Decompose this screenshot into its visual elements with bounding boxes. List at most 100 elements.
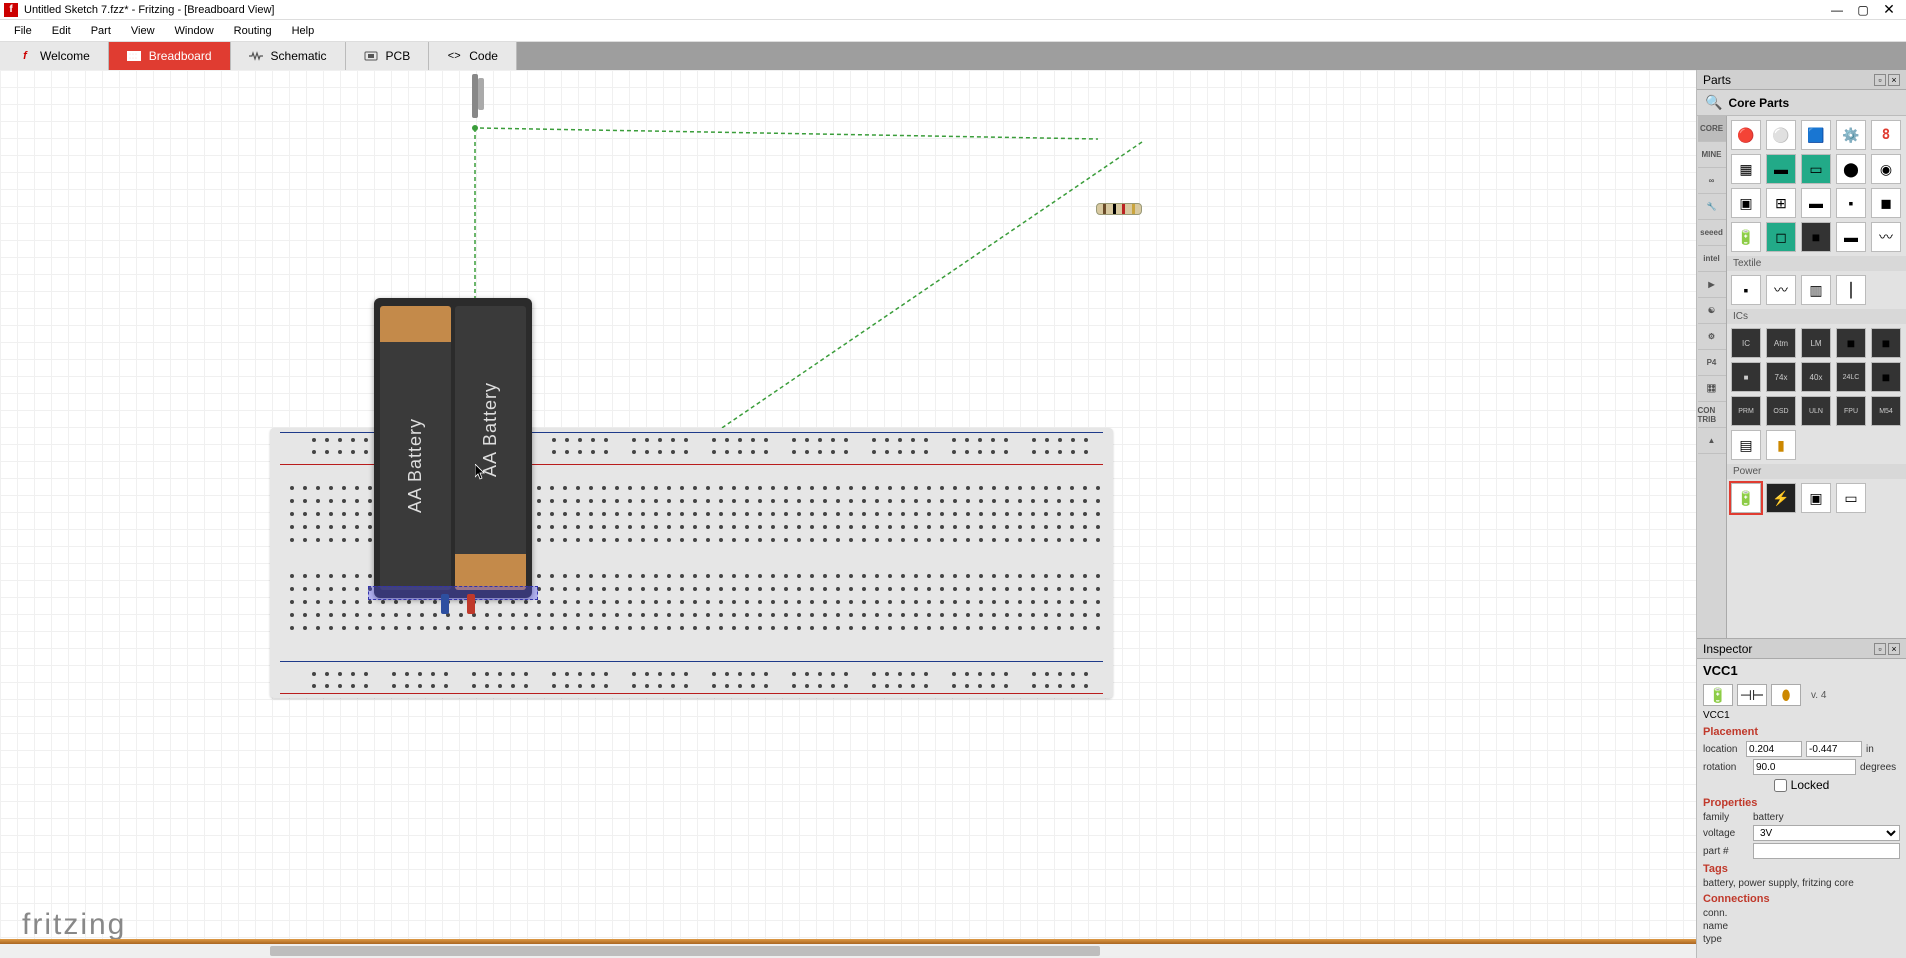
part-ic-6[interactable]: ■ (1731, 362, 1761, 392)
part-ic-13[interactable]: ULN (1801, 396, 1831, 426)
menu-help[interactable]: Help (282, 23, 325, 39)
menu-file[interactable]: File (4, 23, 42, 39)
battery-holder[interactable]: AA Battery AA Battery (374, 298, 532, 598)
part-textile-2[interactable]: 〰 (1766, 275, 1796, 305)
minimize-button[interactable]: — (1824, 1, 1850, 19)
part-7seg[interactable]: 8 (1871, 120, 1901, 150)
bin-core[interactable]: CORE (1698, 116, 1726, 142)
part-ic-2[interactable]: Atm (1766, 328, 1796, 358)
part-qfp[interactable]: ◼ (1871, 188, 1901, 218)
part-soic[interactable]: ▪ (1836, 188, 1866, 218)
tab-schematic[interactable]: Schematic (231, 42, 346, 70)
part-power-2[interactable]: ⚡ (1766, 483, 1796, 513)
part-ic-11[interactable]: PRM (1731, 396, 1761, 426)
voltage-select[interactable]: 3V (1753, 825, 1900, 841)
bin-mine[interactable]: MINE (1698, 142, 1726, 168)
parts-restore-button[interactable]: ▫ (1874, 74, 1886, 86)
maximize-button[interactable]: ▢ (1850, 1, 1876, 19)
bin-contrib[interactable]: CON TRIB (1698, 402, 1726, 428)
part-speaker[interactable]: ⬤ (1836, 154, 1866, 184)
part-header[interactable]: ▬ (1836, 222, 1866, 252)
canvas[interactable]: // draw breadboard holes (function(){ co… (0, 70, 1696, 958)
part-led[interactable]: 🔴 (1731, 120, 1761, 150)
tab-welcome[interactable]: f Welcome (0, 42, 109, 70)
part-ic-17[interactable]: ▮ (1766, 430, 1796, 460)
close-button[interactable]: ✕ (1876, 1, 1902, 19)
menu-part[interactable]: Part (81, 23, 121, 39)
section-textile: Textile (1727, 256, 1906, 271)
parts-close-button[interactable]: × (1888, 74, 1900, 86)
tab-code[interactable]: <> Code (429, 42, 517, 70)
part-stripboard[interactable]: ▬ (1766, 154, 1796, 184)
part-switch[interactable]: ⊞ (1766, 188, 1796, 218)
insp-thumb-breadboard[interactable]: 🔋 (1703, 684, 1733, 706)
inspector-restore-button[interactable]: ▫ (1874, 643, 1886, 655)
menu-routing[interactable]: Routing (224, 23, 282, 39)
part-ic-14[interactable]: FPU (1836, 396, 1866, 426)
part-perfboard[interactable]: ▦ (1731, 154, 1761, 184)
section-placement: Placement (1697, 723, 1906, 740)
part-power-4[interactable]: ▭ (1836, 483, 1866, 513)
insp-thumb-pcb[interactable]: ⬮ (1771, 684, 1801, 706)
bin-tools[interactable]: 🔧 (1698, 194, 1726, 220)
resistor-band-4 (1132, 204, 1135, 214)
menu-edit[interactable]: Edit (42, 23, 81, 39)
part-textile-4[interactable]: ⎮ (1836, 275, 1866, 305)
bin-gear[interactable]: ⚙ (1698, 324, 1726, 350)
part-ic-16[interactable]: ▤ (1731, 430, 1761, 460)
search-icon[interactable]: 🔍 (1705, 94, 1722, 111)
battery-pin-neg[interactable] (441, 594, 449, 614)
part-motor[interactable]: ⚙️ (1836, 120, 1866, 150)
insp-thumb-schematic[interactable]: ⊣⊢ (1737, 684, 1767, 706)
part-pcb-green[interactable]: ◻ (1766, 222, 1796, 252)
part-led-rgb[interactable]: ⚪ (1766, 120, 1796, 150)
part-pcb[interactable]: ▭ (1801, 154, 1831, 184)
part-relay[interactable]: ▣ (1731, 188, 1761, 218)
section-tags: Tags (1697, 860, 1906, 877)
inspector-close-button[interactable]: × (1888, 643, 1900, 655)
part-chip[interactable]: ■ (1801, 222, 1831, 252)
bin-intel[interactable]: intel (1698, 246, 1726, 272)
parts-grid[interactable]: 🔴 ⚪ 🟦 ⚙️ 8 ▦ ▬ ▭ ⬤ ◉ ▣ ⊞ ▬ ▪ ◼ 🔋 ◻ (1727, 116, 1906, 638)
locked-checkbox[interactable] (1774, 779, 1787, 792)
part-ic-10[interactable]: ■ (1871, 362, 1901, 392)
part-dip[interactable]: ▬ (1801, 188, 1831, 218)
part-ic-8[interactable]: 40x (1801, 362, 1831, 392)
location-y-input[interactable] (1806, 741, 1862, 757)
part-power-battery[interactable]: 🔋 (1731, 483, 1761, 513)
bin-sliders[interactable]: 🎛 (1698, 376, 1726, 402)
part-ic-12[interactable]: OSD (1766, 396, 1796, 426)
part-led-smd[interactable]: 🟦 (1801, 120, 1831, 150)
menu-view[interactable]: View (121, 23, 165, 39)
tags-value: battery, power supply, fritzing core (1703, 878, 1854, 889)
bin-seeed[interactable]: seeed (1698, 220, 1726, 246)
part-power-3[interactable]: ▣ (1801, 483, 1831, 513)
partnum-input[interactable] (1753, 843, 1900, 859)
tab-breadboard[interactable]: Breadboard (109, 42, 231, 70)
bin-yin-yang[interactable]: ☯ (1698, 298, 1726, 324)
menu-window[interactable]: Window (165, 23, 224, 39)
part-ic-4[interactable]: ■ (1836, 328, 1866, 358)
part-textile-1[interactable]: ▪ (1731, 275, 1761, 305)
bin-arduino[interactable]: ∞ (1698, 168, 1726, 194)
part-ic-5[interactable]: ■ (1871, 328, 1901, 358)
rotation-input[interactable] (1753, 759, 1856, 775)
battery-pin-pos[interactable] (467, 594, 475, 614)
part-piezo[interactable]: ◉ (1871, 154, 1901, 184)
location-x-input[interactable] (1746, 741, 1802, 757)
scrollbar-thumb[interactable] (270, 946, 1100, 956)
horizontal-scrollbar[interactable] (0, 944, 1696, 958)
part-textile-3[interactable]: ▥ (1801, 275, 1831, 305)
bin-parallax[interactable]: ▶ (1698, 272, 1726, 298)
part-ic-1[interactable]: IC (1731, 328, 1761, 358)
tab-pcb[interactable]: PCB (346, 42, 430, 70)
bin-temp[interactable]: ▲ (1698, 428, 1726, 454)
resistor[interactable] (1096, 203, 1142, 215)
part-ic-3[interactable]: LM (1801, 328, 1831, 358)
bin-p4[interactable]: P4 (1698, 350, 1726, 376)
part-ic-15[interactable]: M54 (1871, 396, 1901, 426)
part-battery-9v[interactable]: 🔋 (1731, 222, 1761, 252)
part-ic-9[interactable]: 24LC (1836, 362, 1866, 392)
part-ic-7[interactable]: 74x (1766, 362, 1796, 392)
part-jumper[interactable]: 〰 (1871, 222, 1901, 252)
